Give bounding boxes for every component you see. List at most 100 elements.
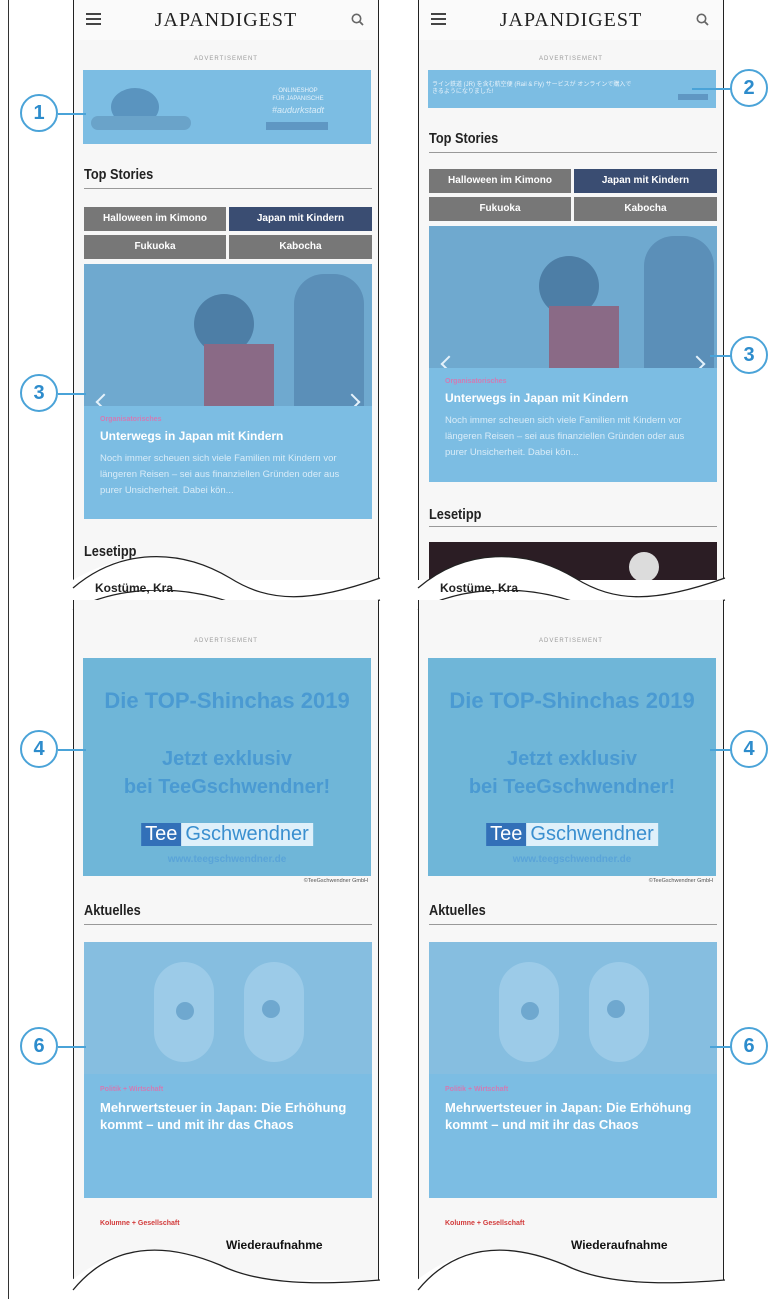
callout-leader [58, 393, 86, 395]
aktuelles-story[interactable]: Politik + Wirtschaft Mehrwertsteuer in J… [429, 942, 717, 1198]
tea-ad-line3: bei TeeGschwendner! [468, 776, 676, 798]
story-text-panel: Organisatorisches Unterwegs in Japan mit… [429, 368, 717, 482]
tea-brand-a: Tee [486, 823, 527, 846]
aktuelles-headline[interactable]: Mehrwertsteuer in Japan: Die Erhöhung ko… [100, 1099, 356, 1133]
story-kicker: Organisatorisches [100, 416, 162, 423]
next-kicker: Kolumne + Gesellschaft [100, 1220, 180, 1227]
ad-tea[interactable]: Die TOP-Shinchas 2019 Jetzt exklusiv bei… [83, 658, 371, 876]
lesetipp-title: Lesetipp [429, 506, 482, 523]
callout-leader [692, 88, 732, 90]
advertisement-label: ADVERTISEMENT [539, 638, 603, 644]
story-kicker: Organisatorisches [445, 378, 507, 385]
callout-leader [58, 749, 86, 751]
advertisement-label: ADVERTISEMENT [539, 56, 603, 62]
section-divider [84, 924, 372, 925]
hand-image [91, 116, 191, 130]
aktuelles-kicker: Politik + Wirtschaft [100, 1086, 164, 1093]
callout-leader [58, 113, 86, 115]
top-stories-title: Top Stories [84, 166, 154, 183]
ad-button[interactable] [266, 122, 328, 130]
tea-ad-line3: bei TeeGschwendner! [123, 776, 331, 798]
page-margin-line [8, 0, 9, 1299]
tag-halloween[interactable]: Halloween im Kimono [429, 169, 571, 193]
tag-kabocha[interactable]: Kabocha [229, 235, 372, 259]
next-story[interactable]: Kolumne + Gesellschaft [445, 1220, 525, 1227]
story-teaser: Noch immer scheuen sich viele Familien m… [445, 415, 685, 458]
advertisement-label: ADVERTISEMENT [194, 638, 258, 644]
tea-ad-line2: Jetzt exklusiv [506, 748, 638, 770]
section-divider [429, 152, 717, 153]
site-logo[interactable]: JAPANDIGEST [419, 9, 723, 32]
ad-rail-text: ライン鉄道 (JR) を含む航空便 (Rail & Fly) サービスが オンラ… [432, 82, 632, 95]
tea-brand-logo: Tee Gschwendner [486, 823, 658, 846]
story-teaser: Noch immer scheuen sich viele Familien m… [100, 453, 340, 496]
callout-6-right: 6 [730, 1027, 768, 1065]
site-logo[interactable]: JAPANDIGEST [74, 9, 378, 32]
tea-ad-line1: Die TOP-Shinchas 2019 [449, 688, 695, 713]
ad-hashtag: #audurkstadt [271, 105, 325, 115]
top-stories-title: Top Stories [429, 130, 499, 147]
callout-leader [710, 355, 732, 357]
phone-right-top: JAPANDIGEST ADVERTISEMENT ライン鉄道 (JR) を含む… [418, 0, 724, 580]
callout-leader [710, 749, 732, 751]
callout-3-right: 3 [730, 336, 768, 374]
tag-fukuoka[interactable]: Fukuoka [84, 235, 226, 259]
callout-leader [58, 1046, 86, 1048]
callout-6-left: 6 [20, 1027, 58, 1065]
phone-right-bottom: ADVERTISEMENT Die TOP-Shinchas 2019 Jetz… [418, 600, 724, 1280]
tea-ad-line2: Jetzt exklusiv [161, 748, 293, 770]
callout-leader [710, 1046, 732, 1048]
site-header: JAPANDIGEST [74, 0, 378, 40]
tag-japan-mit-kindern[interactable]: Japan mit Kindern [229, 207, 372, 231]
aktuelles-title: Aktuelles [429, 902, 486, 919]
phone-left-bottom: ADVERTISEMENT Die TOP-Shinchas 2019 Jetz… [73, 600, 379, 1280]
story-headline[interactable]: Unterwegs in Japan mit Kindern [100, 429, 356, 443]
ad-banner-shop[interactable]: ONLINESHOP FÜR JAPANISCHE #audurkstadt [83, 70, 371, 144]
section-divider [429, 924, 717, 925]
ad-button[interactable] [678, 94, 708, 100]
story-carousel[interactable]: Organisatorisches Unterwegs in Japan mit… [429, 226, 717, 482]
tea-ad-line1: Die TOP-Shinchas 2019 [104, 688, 350, 713]
story-headline[interactable]: Unterwegs in Japan mit Kindern [445, 391, 701, 405]
section-divider [84, 188, 372, 189]
ad-banner-rail[interactable]: ライン鉄道 (JR) を含む航空便 (Rail & Fly) サービスが オンラ… [428, 70, 716, 108]
callout-2: 2 [730, 69, 768, 107]
section-divider [429, 526, 717, 527]
tea-ad-url[interactable]: www.teegschwendner.de [83, 854, 371, 865]
tea-brand-b: Gschwendner [526, 823, 658, 846]
tag-kabocha[interactable]: Kabocha [574, 197, 717, 221]
site-header: JAPANDIGEST [419, 0, 723, 40]
next-kicker: Kolumne + Gesellschaft [445, 1220, 525, 1227]
tea-brand-a: Tee [141, 823, 182, 846]
coins-hands-image [84, 942, 372, 1074]
next-story[interactable]: Kolumne + Gesellschaft [100, 1220, 180, 1227]
search-icon[interactable] [351, 13, 364, 26]
story-text-panel: Politik + Wirtschaft Mehrwertsteuer in J… [84, 1074, 372, 1198]
aktuelles-headline[interactable]: Mehrwertsteuer in Japan: Die Erhöhung ko… [445, 1099, 701, 1133]
story-carousel[interactable]: Organisatorisches Unterwegs in Japan mit… [84, 264, 372, 519]
callout-3-left: 3 [20, 374, 58, 412]
tea-copyright: ©TeeGschwendner GmbH [303, 878, 368, 884]
callout-4-left: 4 [20, 730, 58, 768]
tea-copyright: ©TeeGschwendner GmbH [648, 878, 713, 884]
aktuelles-title: Aktuelles [84, 902, 141, 919]
torn-edge-bottom [60, 1249, 740, 1299]
search-icon[interactable] [696, 13, 709, 26]
phone-left-top: JAPANDIGEST ADVERTISEMENT ONLINESHOP FÜR… [73, 0, 379, 580]
tea-ad-url[interactable]: www.teegschwendner.de [428, 854, 716, 865]
story-image [84, 264, 372, 406]
ad-text-line2: FÜR JAPANISCHE [272, 96, 324, 102]
story-text-panel: Organisatorisches Unterwegs in Japan mit… [84, 406, 372, 519]
story-text-panel: Politik + Wirtschaft Mehrwertsteuer in J… [429, 1074, 717, 1198]
tea-brand-b: Gschwendner [181, 823, 313, 846]
story-image [429, 226, 717, 368]
callout-4-right: 4 [730, 730, 768, 768]
tag-halloween[interactable]: Halloween im Kimono [84, 207, 226, 231]
tag-fukuoka[interactable]: Fukuoka [429, 197, 571, 221]
tag-japan-mit-kindern[interactable]: Japan mit Kindern [574, 169, 717, 193]
tea-brand-logo: Tee Gschwendner [141, 823, 313, 846]
advertisement-label: ADVERTISEMENT [194, 56, 258, 62]
aktuelles-story[interactable]: Politik + Wirtschaft Mehrwertsteuer in J… [84, 942, 372, 1198]
ad-tea[interactable]: Die TOP-Shinchas 2019 Jetzt exklusiv bei… [428, 658, 716, 876]
ad-text-line1: ONLINESHOP [278, 88, 318, 94]
